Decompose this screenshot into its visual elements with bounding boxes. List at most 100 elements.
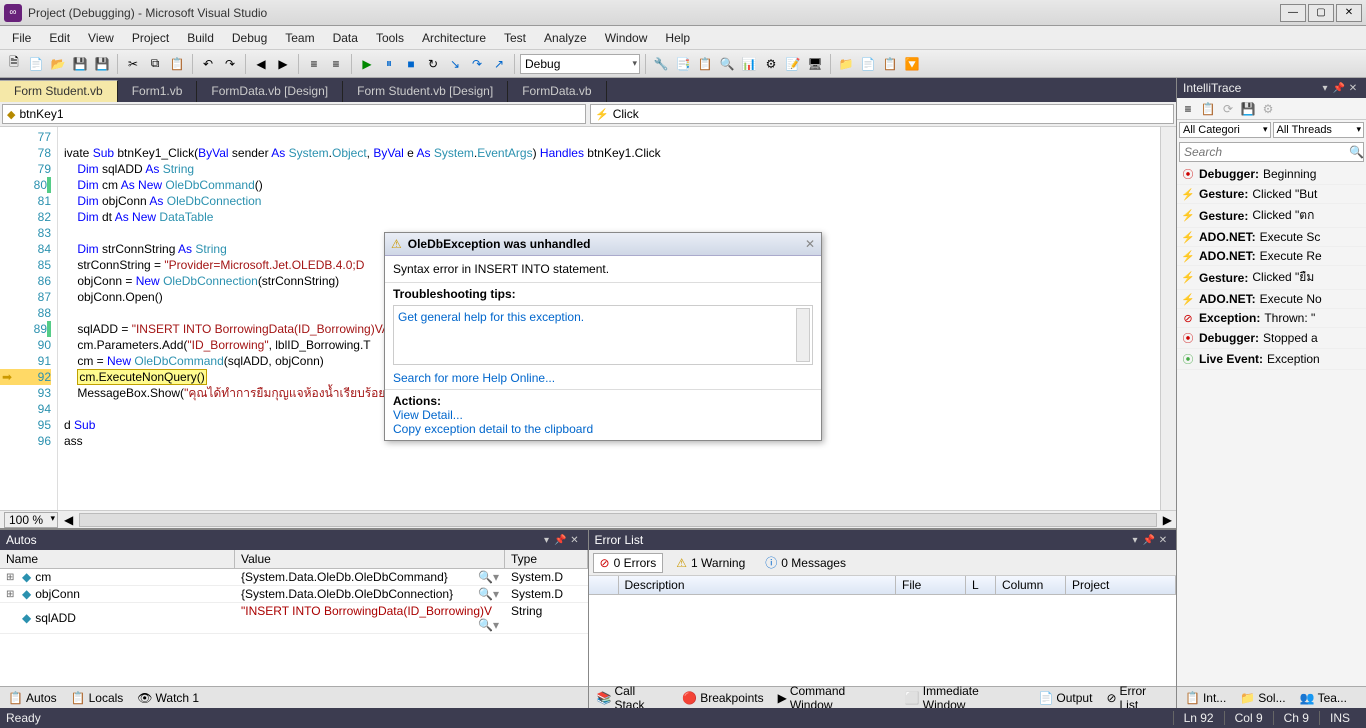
errors-filter[interactable]: ⊘0 Errors (593, 553, 664, 573)
err-col-project[interactable]: Project (1066, 576, 1176, 594)
close-button[interactable]: ✕ (1336, 4, 1362, 22)
tab-autos[interactable]: 📋 Autos (2, 690, 63, 706)
err-col-description[interactable]: Description (619, 576, 897, 594)
undo-icon[interactable]: ↶ (198, 54, 218, 74)
autos-row[interactable]: ⊞◆ cm{System.Data.OleDb.OleDbCommand} 🔍▾… (0, 569, 588, 586)
maximize-button[interactable]: ▢ (1308, 4, 1334, 22)
scroll-left-icon[interactable]: ◀ (64, 513, 73, 527)
nav-forward-icon[interactable]: ▶ (273, 54, 293, 74)
intellitrace-event[interactable]: ⚡ADO.NET: Execute Re (1177, 247, 1366, 266)
minimize-button[interactable]: — (1280, 4, 1306, 22)
err-col-line[interactable]: L (966, 576, 996, 594)
intellitrace-event[interactable]: ⚡ADO.NET: Execute No (1177, 290, 1366, 309)
tab-watch1[interactable]: 👁 Watch 1 (131, 690, 205, 706)
step-out-icon[interactable]: ↗ (489, 54, 509, 74)
menu-debug[interactable]: Debug (224, 29, 275, 47)
tab-intellitrace[interactable]: 📋 Int... (1179, 690, 1232, 706)
intellitrace-event[interactable]: ⚡Gesture: Clicked "ตก (1177, 204, 1366, 228)
autos-row[interactable]: ◆ sqlADD"INSERT INTO BorrowingData(ID_Bo… (0, 603, 588, 634)
tab-formdata-vb[interactable]: FormData.vb (508, 81, 606, 102)
intellitrace-event[interactable]: ⦿Debugger: Beginning (1177, 164, 1366, 185)
close-panel-icon[interactable]: ✕ (568, 535, 582, 546)
nav-back-icon[interactable]: ◀ (251, 54, 271, 74)
class-dropdown[interactable]: ◆btnKey1 (2, 104, 586, 124)
close-panel-icon[interactable]: ✕ (1156, 535, 1170, 546)
it-search[interactable]: 🔍 (1179, 142, 1364, 162)
config-dropdown[interactable]: Debug (520, 54, 640, 74)
warnings-filter[interactable]: ⚠1 Warning (669, 553, 752, 573)
intellitrace-event[interactable]: ⚡ADO.NET: Execute Sc (1177, 228, 1366, 247)
vertical-scrollbar[interactable] (1160, 127, 1176, 510)
menu-edit[interactable]: Edit (41, 29, 78, 47)
comment-icon[interactable]: ≡ (304, 54, 324, 74)
intellitrace-event[interactable]: ⦿Debugger: Stopped a (1177, 328, 1366, 349)
menu-project[interactable]: Project (124, 29, 177, 47)
scroll-right-icon[interactable]: ▶ (1163, 513, 1172, 527)
tab-form-student-vb[interactable]: Form Student.vb (0, 80, 118, 102)
menu-team[interactable]: Team (277, 29, 322, 47)
cut-icon[interactable]: ✂ (123, 54, 143, 74)
tool-icon[interactable]: 🔽 (902, 54, 922, 74)
zoom-dropdown[interactable]: 100 % (4, 512, 58, 528)
intellitrace-event[interactable]: ⊘Exception: Thrown: " (1177, 309, 1366, 328)
it-search-input[interactable] (1180, 143, 1345, 161)
tool-icon[interactable]: 🔍 (717, 54, 737, 74)
tool-icon[interactable]: 🖥 (805, 54, 825, 74)
menu-architecture[interactable]: Architecture (414, 29, 494, 47)
menu-test[interactable]: Test (496, 29, 534, 47)
pause-icon[interactable]: ⏸ (379, 54, 399, 74)
close-popup-icon[interactable]: ✕ (805, 237, 815, 251)
tab-breakpoints[interactable]: 🔴 Breakpoints (676, 690, 769, 706)
menu-data[interactable]: Data (325, 29, 366, 47)
it-tool-icon[interactable]: ≡ (1179, 100, 1197, 118)
err-col-column[interactable]: Column (996, 576, 1066, 594)
tab-team[interactable]: 👥 Tea... (1294, 690, 1353, 706)
copy-icon[interactable]: ⧉ (145, 54, 165, 74)
menu-file[interactable]: File (4, 29, 39, 47)
uncomment-icon[interactable]: ≡ (326, 54, 346, 74)
save-icon[interactable]: 💾 (70, 54, 90, 74)
member-dropdown[interactable]: ⚡Click (590, 104, 1174, 124)
menu-analyze[interactable]: Analyze (536, 29, 595, 47)
close-panel-icon[interactable]: ✕ (1346, 83, 1360, 94)
search-icon[interactable]: 🔍 (1345, 145, 1366, 159)
exception-help-link[interactable]: Get general help for this exception. (398, 310, 584, 324)
search-help-link[interactable]: Search for more Help Online... (393, 371, 555, 385)
view-detail-link[interactable]: View Detail... (393, 408, 463, 422)
messages-filter[interactable]: ⓘ0 Messages (758, 551, 853, 574)
menu-window[interactable]: Window (597, 29, 656, 47)
save-all-icon[interactable]: 💾 (92, 54, 112, 74)
tool-icon[interactable]: 📑 (673, 54, 693, 74)
start-debug-icon[interactable]: ▶ (357, 54, 377, 74)
horizontal-scrollbar[interactable] (79, 513, 1157, 527)
pin-icon[interactable]: 📌 (1142, 535, 1156, 546)
tool-icon[interactable]: 📝 (783, 54, 803, 74)
tab-formdata-design[interactable]: FormData.vb [Design] (197, 81, 343, 102)
tool-icon[interactable]: 📋 (880, 54, 900, 74)
intellitrace-event[interactable]: ⚡Gesture: Clicked "ยืม (1177, 266, 1366, 290)
tool-icon[interactable]: 🔧 (651, 54, 671, 74)
tool-icon[interactable]: 📊 (739, 54, 759, 74)
tab-form-student-design[interactable]: Form Student.vb [Design] (343, 81, 508, 102)
autos-row[interactable]: ⊞◆ objConn{System.Data.OleDb.OleDbConnec… (0, 586, 588, 603)
dropdown-icon[interactable]: ▾ (1128, 535, 1142, 546)
menu-build[interactable]: Build (179, 29, 222, 47)
tool-icon[interactable]: 📁 (836, 54, 856, 74)
restart-icon[interactable]: ↻ (423, 54, 443, 74)
dropdown-icon[interactable]: ▾ (1318, 83, 1332, 94)
intellitrace-event[interactable]: ⦿Live Event: Exception (1177, 349, 1366, 370)
step-over-icon[interactable]: ↷ (467, 54, 487, 74)
menu-view[interactable]: View (80, 29, 122, 47)
dropdown-icon[interactable]: ▾ (540, 535, 554, 546)
step-into-icon[interactable]: ↘ (445, 54, 465, 74)
it-tool-icon[interactable]: ⚙ (1259, 100, 1277, 118)
it-tool-icon[interactable]: 💾 (1239, 100, 1257, 118)
autos-col-name[interactable]: Name (0, 550, 235, 568)
category-filter-dropdown[interactable]: All Categori (1179, 122, 1271, 138)
menu-help[interactable]: Help (657, 29, 698, 47)
it-tool-icon[interactable]: ⟳ (1219, 100, 1237, 118)
intellitrace-event[interactable]: ⚡Gesture: Clicked "But (1177, 185, 1366, 204)
new-project-icon[interactable]: 🗎 (4, 54, 24, 74)
copy-exception-link[interactable]: Copy exception detail to the clipboard (393, 422, 593, 436)
autos-col-value[interactable]: Value (235, 550, 505, 568)
